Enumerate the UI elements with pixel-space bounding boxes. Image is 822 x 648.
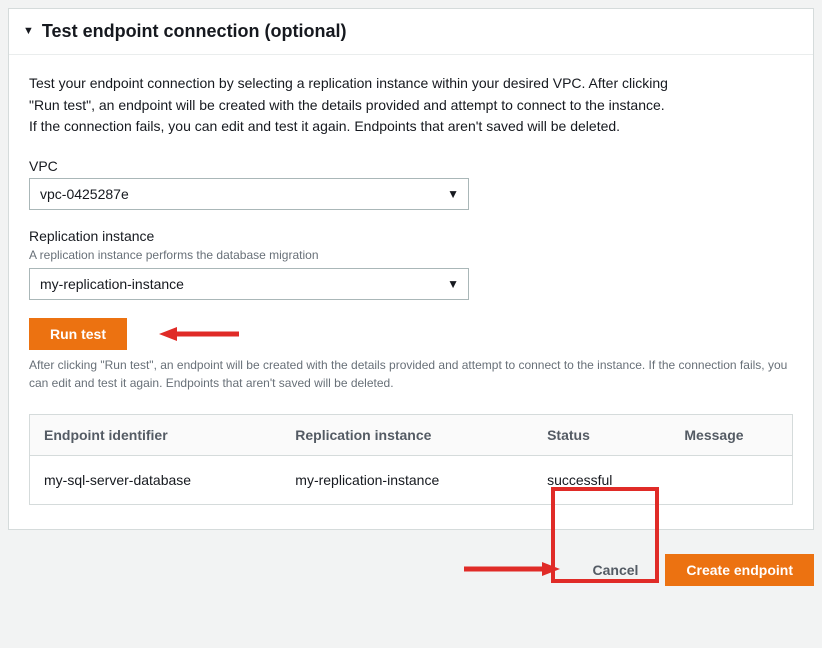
panel-title: Test endpoint connection (optional) (42, 21, 347, 42)
footer-actions: Cancel Create endpoint (8, 554, 814, 586)
replication-instance-help: A replication instance performs the data… (29, 248, 793, 262)
test-endpoint-panel: ▼ Test endpoint connection (optional) Te… (8, 8, 814, 530)
cell-replication-instance: my-replication-instance (281, 456, 533, 505)
cell-message (670, 456, 792, 505)
replication-instance-label: Replication instance (29, 228, 793, 244)
panel-body: Test your endpoint connection by selecti… (9, 55, 813, 529)
th-status: Status (533, 415, 670, 456)
replication-instance-select[interactable]: my-replication-instance (29, 268, 469, 300)
results-table: Endpoint identifier Replication instance… (29, 414, 793, 505)
vpc-label: VPC (29, 158, 793, 174)
panel-header[interactable]: ▼ Test endpoint connection (optional) (9, 9, 813, 55)
cell-endpoint-identifier: my-sql-server-database (30, 456, 282, 505)
caret-down-icon: ▼ (23, 26, 34, 37)
table-row: my-sql-server-database my-replication-in… (30, 456, 793, 505)
panel-description: Test your endpoint connection by selecti… (29, 73, 669, 138)
callout-arrow-icon (159, 325, 239, 343)
cell-status: successful (533, 456, 670, 505)
run-test-button[interactable]: Run test (29, 318, 127, 350)
callout-arrow-icon (464, 560, 560, 581)
th-endpoint-identifier: Endpoint identifier (30, 415, 282, 456)
cancel-button[interactable]: Cancel (574, 554, 658, 586)
vpc-field: VPC vpc-0425287e ▼ (29, 158, 793, 210)
th-message: Message (670, 415, 792, 456)
table-header-row: Endpoint identifier Replication instance… (30, 415, 793, 456)
run-test-row: Run test (29, 318, 793, 350)
replication-instance-field: Replication instance A replication insta… (29, 228, 793, 300)
create-endpoint-button[interactable]: Create endpoint (665, 554, 814, 586)
vpc-select[interactable]: vpc-0425287e (29, 178, 469, 210)
th-replication-instance: Replication instance (281, 415, 533, 456)
run-test-note: After clicking "Run test", an endpoint w… (29, 356, 789, 392)
